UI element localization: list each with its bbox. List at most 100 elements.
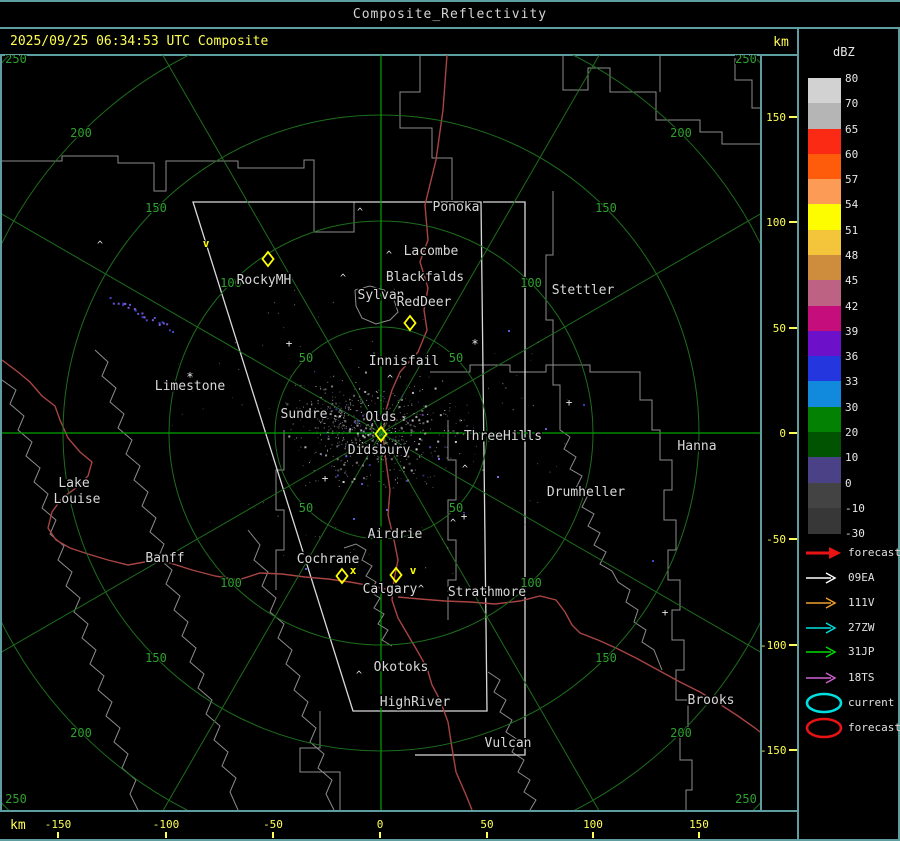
echo-speckle xyxy=(327,450,329,452)
echo-speckle xyxy=(324,388,327,391)
dbz-swatch xyxy=(808,457,841,484)
echo-speckle xyxy=(308,462,310,464)
dbz-value: 57 xyxy=(845,173,859,187)
echo-speckle xyxy=(455,422,457,424)
precip-echo-dot xyxy=(141,312,144,315)
echo-speckle xyxy=(422,422,425,425)
echo-speckle xyxy=(377,461,379,463)
echo-speckle xyxy=(524,524,526,526)
echo-speckle xyxy=(442,435,444,437)
echo-speckle xyxy=(388,425,390,427)
echo-speckle xyxy=(403,413,405,415)
echo-speckle xyxy=(354,428,356,430)
echo-speckle xyxy=(399,469,401,471)
echo-speckle xyxy=(355,423,357,425)
echo-speckle xyxy=(353,394,356,397)
echo-speckle xyxy=(332,432,334,434)
echo-speckle xyxy=(360,425,362,427)
city-label: Hanna xyxy=(677,439,716,454)
echo-speckle xyxy=(401,416,403,418)
echo-speckle xyxy=(358,464,360,466)
echo-speckle xyxy=(394,431,396,433)
echo-speckle xyxy=(312,432,314,434)
echo-speckle xyxy=(358,428,360,430)
storm-x-marker: x xyxy=(350,564,357,577)
echo-speckle xyxy=(345,427,347,429)
city-label: RedDeer xyxy=(397,295,452,310)
city-label: Vulcan xyxy=(485,736,532,751)
echo-speckle xyxy=(320,434,322,436)
echo-speckle xyxy=(406,420,408,422)
echo-speckle xyxy=(283,554,285,556)
bottom-axis-tick xyxy=(57,832,59,838)
city-label: Innisfail xyxy=(369,354,439,369)
echo-speckle xyxy=(345,404,347,406)
echo-speckle xyxy=(347,404,349,406)
echo-speckle xyxy=(438,434,440,436)
echo-speckle xyxy=(372,440,374,442)
echo-speckle xyxy=(334,414,337,417)
echo-speckle xyxy=(273,302,275,304)
echo-speckle xyxy=(372,428,374,430)
echo-speckle xyxy=(311,403,313,405)
echo-speckle xyxy=(389,430,391,432)
echo-speckle xyxy=(416,413,418,415)
echo-speckle xyxy=(402,398,404,400)
precip-echo-dot xyxy=(158,323,161,326)
dbz-swatch xyxy=(808,280,841,307)
echo-speckle xyxy=(361,402,363,404)
echo-speckle xyxy=(347,475,349,477)
precip-echo-dot xyxy=(583,404,585,406)
echo-speckle xyxy=(430,452,432,454)
echo-speckle xyxy=(379,435,381,437)
echo-speckle xyxy=(413,430,415,432)
echo-speckle xyxy=(405,479,408,482)
county-boundary-line xyxy=(94,349,239,810)
echo-speckle xyxy=(334,425,336,427)
echo-speckle xyxy=(309,460,311,462)
echo-speckle xyxy=(303,426,305,428)
echo-speckle xyxy=(364,390,367,393)
echo-speckle xyxy=(362,414,365,417)
echo-speckle xyxy=(409,400,411,402)
echo-speckle xyxy=(332,430,334,432)
city-label: RockyMH xyxy=(237,273,292,288)
city-label: Ponoka xyxy=(433,200,480,215)
precip-echo-dot xyxy=(141,316,144,319)
echo-speckle xyxy=(343,463,346,466)
echo-speckle xyxy=(385,401,387,403)
peak-caret-marker: ^ xyxy=(340,273,346,284)
echo-speckle xyxy=(361,464,364,467)
echo-speckle xyxy=(382,396,384,398)
bottom-axis-label: 100 xyxy=(583,818,603,831)
bottom-axis-tick xyxy=(698,832,700,838)
dbz-swatch xyxy=(808,204,841,231)
city-label: ThreeHills xyxy=(464,429,542,444)
city-label: Strathmore xyxy=(448,585,526,600)
echo-speckle xyxy=(406,440,408,442)
echo-speckle xyxy=(411,419,414,422)
echo-speckle xyxy=(385,458,387,460)
echo-speckle xyxy=(338,432,340,434)
echo-speckle xyxy=(366,399,368,401)
city-label: Blackfalds xyxy=(386,270,464,285)
echo-speckle xyxy=(429,476,431,478)
echo-speckle xyxy=(413,425,415,427)
echo-speckle xyxy=(456,432,459,435)
range-ring-label: 100 xyxy=(520,276,542,290)
echo-speckle xyxy=(366,425,368,427)
echo-speckle xyxy=(326,449,328,451)
echo-speckle xyxy=(401,429,403,431)
peak-caret-marker: ^ xyxy=(386,250,392,261)
echo-speckle xyxy=(318,316,320,318)
echo-speckle xyxy=(350,404,352,406)
city-label: Lacombe xyxy=(404,244,459,259)
echo-speckle xyxy=(344,454,346,456)
echo-speckle xyxy=(409,420,411,422)
bottom-axis-tick xyxy=(379,832,381,838)
echo-speckle xyxy=(398,430,400,432)
echo-speckle xyxy=(363,429,365,431)
echo-speckle xyxy=(488,387,490,389)
echo-speckle xyxy=(357,434,360,437)
echo-speckle xyxy=(334,406,336,408)
